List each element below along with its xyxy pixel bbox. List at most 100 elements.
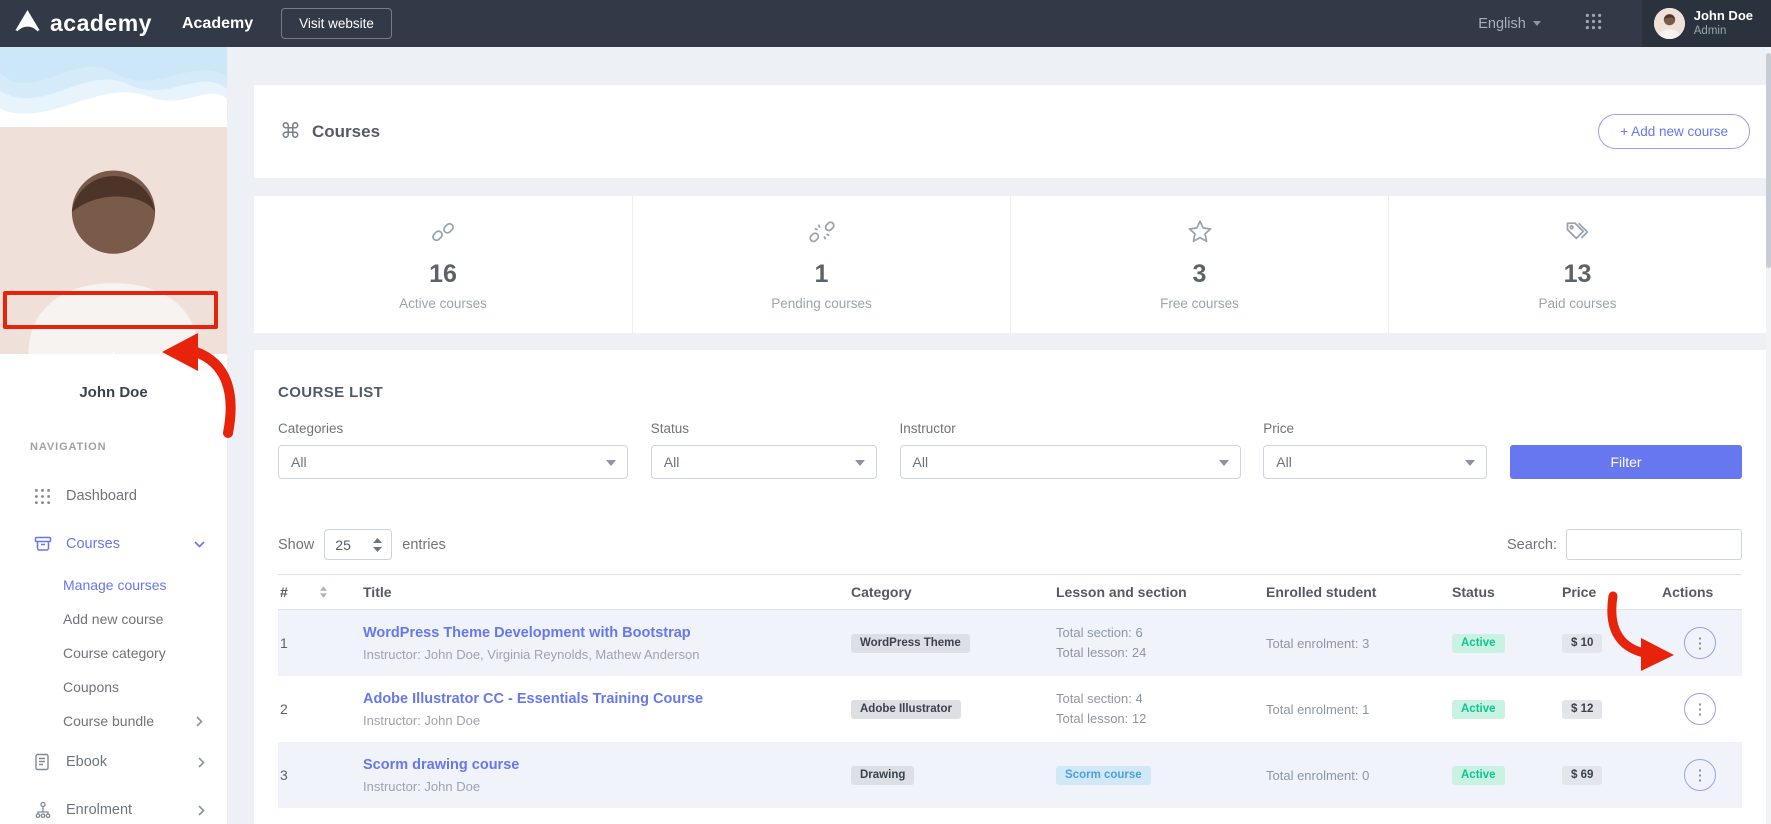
- tags-icon: [1564, 218, 1592, 251]
- table-row: 1 WordPress Theme Development with Boots…: [278, 610, 1742, 676]
- title-cell: WordPress Theme Development with Bootstr…: [355, 624, 843, 662]
- stats-cards: 16 Active courses 1 Pending courses: [254, 196, 1766, 333]
- actions-cell: ⋮: [1654, 627, 1742, 659]
- main-content: ⌘ Courses + Add new course 16 Active cou…: [228, 47, 1771, 824]
- user-name: John Doe: [1694, 8, 1753, 24]
- sidebar-item-manage-courses[interactable]: Manage courses: [0, 568, 227, 602]
- brand-text: academy: [50, 10, 152, 37]
- course-title-link[interactable]: Adobe Illustrator CC - Essentials Traini…: [363, 691, 703, 707]
- stat-value: 1: [815, 260, 829, 289]
- user-info: John Doe Admin: [1694, 8, 1753, 39]
- sidebar-item-dashboard[interactable]: Dashboard: [0, 472, 227, 520]
- sidebar-item-course-bundle[interactable]: Course bundle: [0, 704, 227, 738]
- chevron-right-icon: [198, 757, 205, 768]
- filter-label: Status: [651, 421, 877, 436]
- category-cell: WordPress Theme: [843, 633, 1048, 654]
- enrolled-cell: Total enrolment: 1: [1258, 702, 1444, 717]
- course-title-link[interactable]: Scorm drawing course: [363, 757, 519, 773]
- course-list-heading: COURSE LIST: [278, 384, 1742, 401]
- table-header: # Title Category Lesson and section Enro…: [278, 574, 1742, 610]
- column-header-actions: Actions: [1654, 584, 1742, 600]
- row-actions-button[interactable]: ⋮: [1684, 693, 1716, 725]
- row-actions-button[interactable]: ⋮: [1684, 627, 1716, 659]
- sidebar: John Doe NAVIGATION Dashboard: [0, 47, 228, 824]
- sidebar-item-courses[interactable]: Courses: [0, 520, 227, 568]
- chevron-down-icon: [855, 460, 865, 466]
- brand-logo[interactable]: academy: [14, 9, 152, 38]
- categories-filter-select[interactable]: All: [278, 445, 628, 479]
- status-cell: Active: [1444, 633, 1554, 654]
- search-input[interactable]: [1566, 529, 1742, 560]
- chevron-right-icon: [196, 716, 203, 727]
- stat-value: 3: [1193, 260, 1207, 289]
- category-cell: Drawing: [843, 765, 1048, 786]
- sidebar-item-coupons[interactable]: Coupons: [0, 670, 227, 704]
- title-cell: Scorm drawing course Instructor: John Do…: [355, 756, 843, 794]
- column-header-lesson[interactable]: Lesson and section: [1048, 584, 1258, 600]
- column-header-price[interactable]: Price: [1554, 584, 1654, 600]
- stat-pending-courses: 1 Pending courses: [632, 196, 1010, 333]
- instructor-filter: Instructor All: [900, 421, 1241, 479]
- sidebar-profile: John Doe: [0, 47, 227, 401]
- instructor-text: Instructor: John Doe, Virginia Reynolds,…: [363, 647, 843, 662]
- academy-logo-icon: [14, 9, 41, 38]
- total-lesson: Total lesson: 24: [1056, 643, 1258, 663]
- column-header-category[interactable]: Category: [843, 584, 1048, 600]
- user-role: Admin: [1694, 24, 1753, 38]
- status-filter-select[interactable]: All: [651, 445, 877, 479]
- stat-value: 13: [1564, 260, 1592, 289]
- app-name: Academy: [182, 15, 253, 33]
- user-menu[interactable]: John Doe Admin: [1642, 0, 1771, 47]
- apps-grid-button[interactable]: [1585, 13, 1602, 35]
- visit-website-button[interactable]: Visit website: [281, 8, 392, 39]
- apps-grid-icon: [1585, 13, 1602, 35]
- enrolled-cell: Total enrolment: 3: [1258, 636, 1444, 651]
- title-cell: Adobe Illustrator CC - Essentials Traini…: [355, 690, 843, 728]
- sidebar-item-ebook[interactable]: Ebook: [0, 738, 227, 786]
- page-title-wrap: ⌘ Courses: [280, 119, 380, 144]
- total-lesson: Total lesson: 12: [1056, 709, 1258, 729]
- scrollbar-thumb[interactable]: [1766, 53, 1771, 268]
- category-cell: Adobe Illustrator: [843, 699, 1048, 720]
- sidebar-nav: Dashboard Courses: [0, 472, 227, 824]
- status-badge: Active: [1452, 766, 1505, 786]
- profile-name: John Doe: [0, 384, 227, 401]
- sidebar-item-label: Course category: [63, 645, 166, 661]
- stat-paid-courses: 13 Paid courses: [1388, 196, 1766, 333]
- instructor-text: Instructor: John Doe: [363, 713, 843, 728]
- chevron-right-icon: [198, 805, 205, 816]
- link-icon: [429, 218, 457, 251]
- instructor-filter-select[interactable]: All: [900, 445, 1241, 479]
- price-cell: $ 69: [1554, 765, 1654, 786]
- avatar[interactable]: [0, 107, 227, 373]
- price-filter-select[interactable]: All: [1263, 445, 1487, 479]
- course-title-link[interactable]: WordPress Theme Development with Bootstr…: [363, 625, 691, 641]
- language-selector[interactable]: English: [1478, 16, 1541, 32]
- column-header-status[interactable]: Status: [1444, 584, 1554, 600]
- add-new-course-button[interactable]: + Add new course: [1598, 114, 1750, 149]
- sidebar-item-add-new-course[interactable]: Add new course: [0, 602, 227, 636]
- sidebar-item-course-category[interactable]: Course category: [0, 636, 227, 670]
- page-size-select[interactable]: 25: [324, 529, 392, 560]
- column-header-num[interactable]: #: [278, 584, 355, 600]
- more-vertical-icon: ⋮: [1693, 766, 1708, 784]
- filter-label: Price: [1263, 421, 1487, 436]
- total-section: Total section: 6: [1056, 623, 1258, 643]
- sidebar-item-enrolment[interactable]: Enrolment: [0, 786, 227, 824]
- topbar-right: English: [1478, 0, 1771, 47]
- page-scrollbar[interactable]: [1766, 47, 1771, 824]
- search-label: Search:: [1507, 537, 1557, 553]
- lesson-section-cell: Scorm course: [1048, 765, 1258, 786]
- row-actions-button[interactable]: ⋮: [1684, 759, 1716, 791]
- status-badge: Active: [1452, 634, 1505, 654]
- filter-button[interactable]: Filter: [1510, 445, 1742, 479]
- column-header-enrolled[interactable]: Enrolled student: [1258, 584, 1444, 600]
- row-number: 3: [278, 767, 355, 783]
- show-label: Show: [278, 537, 314, 553]
- price-cell: $ 12: [1554, 699, 1654, 720]
- chevron-down-icon: [1219, 460, 1229, 466]
- language-label: English: [1478, 16, 1526, 32]
- page-title: Courses: [312, 122, 380, 142]
- status-filter: Status All: [651, 421, 877, 479]
- column-header-title[interactable]: Title: [355, 584, 843, 600]
